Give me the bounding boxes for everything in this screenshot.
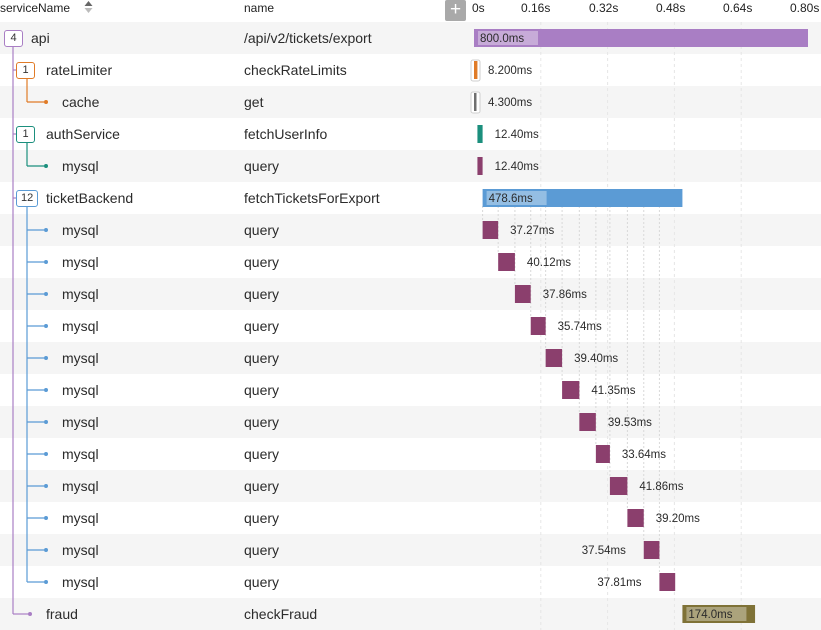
span-duration-label: 41.86ms bbox=[639, 481, 683, 493]
span-duration-label: 41.35ms bbox=[591, 385, 635, 397]
span-bar[interactable] bbox=[530, 317, 546, 335]
timeline-tick-label: 0.64s bbox=[723, 1, 753, 15]
span-duration-label: 800.0ms bbox=[480, 33, 524, 45]
span-duration-label: 37.86ms bbox=[543, 289, 587, 301]
span-bar[interactable] bbox=[609, 477, 628, 495]
span-duration-label: 39.53ms bbox=[608, 417, 652, 429]
service-name-column-header[interactable]: serviceName bbox=[0, 1, 70, 15]
timeline-chart: 800.0ms 8.200ms 4.300ms 12.40ms 12.40ms 478.6… bbox=[470, 22, 808, 630]
span-duration-label: 39.40ms bbox=[574, 353, 618, 365]
span-duration-label: 40.12ms bbox=[527, 257, 571, 269]
timeline-tick-label: 0s bbox=[472, 1, 485, 15]
span-duration-label: 4.300ms bbox=[488, 97, 532, 109]
span-duration-label: 174.0ms bbox=[688, 609, 732, 621]
span-bar[interactable] bbox=[627, 509, 644, 527]
span-bar[interactable] bbox=[643, 541, 660, 559]
timeline-tick-label: 0.32s bbox=[589, 1, 619, 15]
span-bar[interactable] bbox=[498, 253, 515, 271]
span-bar[interactable] bbox=[474, 61, 478, 79]
span-bar[interactable] bbox=[514, 285, 531, 303]
span-duration-label: 478.6ms bbox=[489, 193, 533, 205]
span-bar[interactable] bbox=[477, 125, 483, 143]
span-duration-label: 37.27ms bbox=[510, 225, 554, 237]
sort-icon[interactable] bbox=[84, 1, 93, 13]
span-duration-label: 12.40ms bbox=[495, 161, 539, 173]
span-bar[interactable] bbox=[482, 221, 499, 239]
timeline-tick-label: 0.80s bbox=[790, 1, 820, 15]
span-bar[interactable] bbox=[477, 157, 483, 175]
span-duration-label: 35.74ms bbox=[558, 321, 602, 333]
span-bar[interactable] bbox=[474, 93, 477, 111]
span-bar[interactable] bbox=[595, 445, 610, 463]
span-bar[interactable] bbox=[579, 413, 596, 431]
timeline-tick-label: 0.16s bbox=[521, 1, 551, 15]
span-duration-label: 8.200ms bbox=[488, 65, 532, 77]
span-duration-label: 37.54ms bbox=[582, 545, 626, 557]
name-column-header[interactable]: name bbox=[244, 1, 274, 15]
span-duration-label: 12.40ms bbox=[495, 129, 539, 141]
span-duration-label: 33.64ms bbox=[622, 449, 666, 461]
span-bar[interactable] bbox=[562, 381, 580, 399]
span-bar[interactable] bbox=[659, 573, 676, 591]
add-column-button[interactable]: + bbox=[445, 0, 466, 21]
table-header: serviceName name + 0s 0.16s 0.32s 0.48s … bbox=[0, 0, 821, 22]
span-duration-label: 37.81ms bbox=[597, 577, 641, 589]
span-duration-label: 39.20ms bbox=[656, 513, 700, 525]
timeline-tick-label: 0.48s bbox=[656, 1, 686, 15]
span-bar[interactable] bbox=[545, 349, 563, 367]
